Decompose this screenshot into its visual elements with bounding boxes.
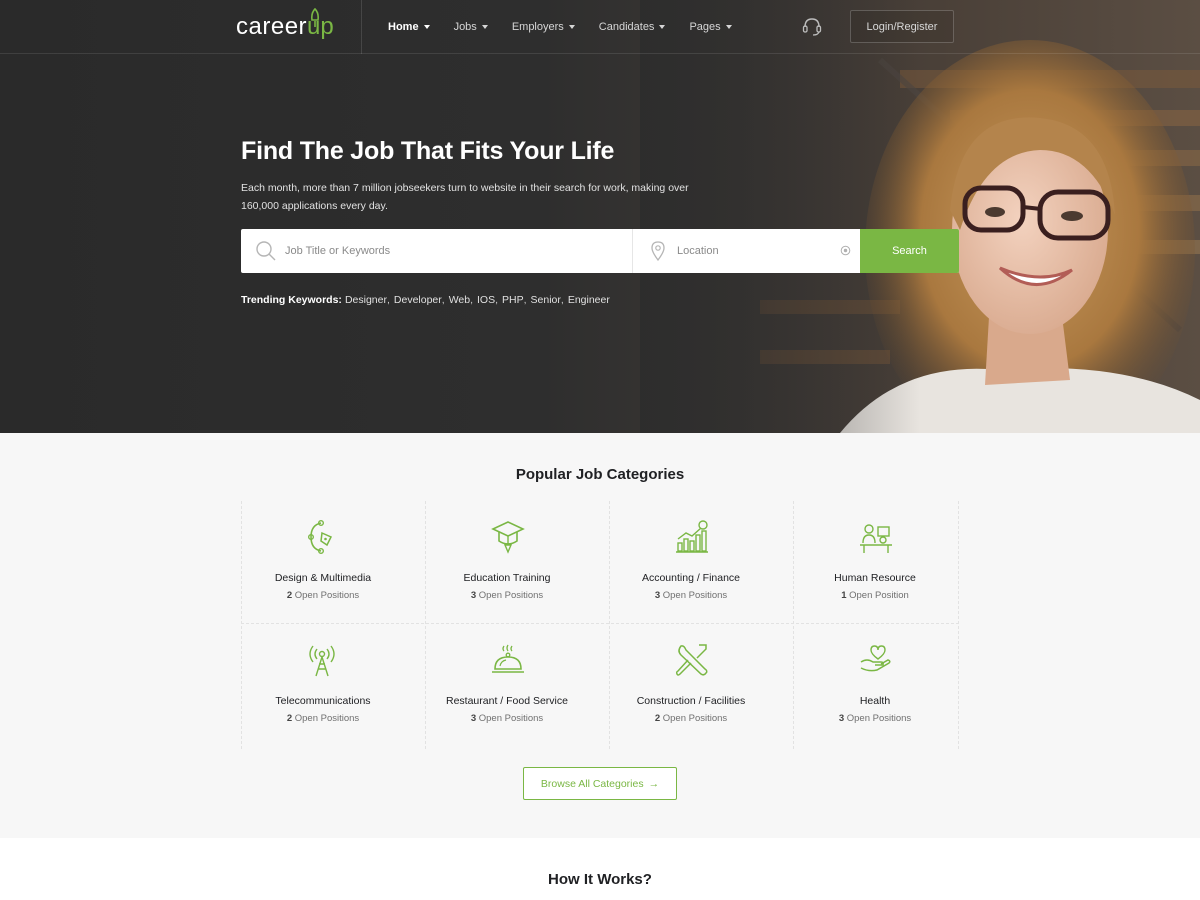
separator: ,: [441, 294, 445, 306]
trending-keyword[interactable]: Designer: [345, 294, 387, 306]
category-name: Human Resource: [834, 572, 916, 584]
login-register-button[interactable]: Login/Register: [850, 10, 954, 43]
chevron-down-icon: [725, 25, 732, 29]
nav-item-home[interactable]: Home: [388, 21, 430, 33]
category-card[interactable]: Restaurant / Food Service 3 Open Positio…: [425, 624, 589, 742]
category-count: 3 Open Positions: [654, 590, 728, 601]
wrench-screwdriver-icon: [675, 644, 708, 676]
section-title: Popular Job Categories: [515, 466, 685, 483]
category-card[interactable]: Health 3 Open Positions: [793, 624, 957, 742]
category-name: Construction / Facilities: [636, 695, 746, 707]
browse-label: Browse All Categories: [540, 777, 644, 790]
antenna-tower-icon: [309, 645, 335, 677]
category-name: Telecommunications: [275, 695, 371, 707]
pen-tool-icon: [308, 520, 333, 555]
category-count: 1 Open Position: [841, 590, 909, 601]
browse-all-categories-button[interactable]: Browse All Categories →: [523, 767, 677, 800]
trending-keyword[interactable]: Senior: [531, 294, 561, 306]
top-header: career up Home Jobs Employers Candidates…: [0, 0, 1200, 54]
category-count: 3 Open Positions: [470, 590, 544, 601]
team-desk-icon: [860, 524, 892, 553]
hero-title: Find The Job That Fits Your Life: [241, 137, 615, 165]
separator: ,: [470, 294, 474, 306]
nav-item-label: Pages: [689, 21, 721, 33]
trending-keyword[interactable]: Developer: [394, 294, 442, 306]
heart-hand-icon: [860, 645, 891, 672]
nav-item-candidates[interactable]: Candidates: [599, 21, 666, 33]
category-card[interactable]: Accounting / Finance 3 Open Positions: [609, 501, 773, 619]
nav-item-label: Jobs: [453, 21, 477, 33]
separator: ,: [523, 294, 527, 306]
site-logo[interactable]: career up: [236, 8, 334, 46]
nav-item-label: Home: [388, 21, 419, 33]
hero-background-photo: [640, 0, 1200, 433]
hero-subtitle: Each month, more than 7 million jobseeke…: [241, 182, 689, 212]
separator: ,: [495, 294, 499, 306]
food-cloche-icon: [492, 644, 524, 673]
category-name: Education Training: [463, 572, 551, 584]
category-card[interactable]: Human Resource 1 Open Position: [793, 501, 957, 619]
bar-chart-icon: [676, 520, 708, 553]
separator: ,: [560, 294, 564, 306]
map-pin-icon: [651, 241, 665, 261]
rocket-icon: [311, 8, 319, 27]
how-it-works-section: How It Works?: [0, 838, 1200, 900]
keyword-field: [241, 229, 633, 273]
nav-item-label: Employers: [511, 21, 564, 33]
category-count: 2 Open Positions: [286, 590, 360, 601]
trending-keyword[interactable]: Engineer: [568, 294, 610, 306]
trending-label: Trending Keywords:: [241, 294, 342, 306]
chevron-down-icon: [659, 25, 666, 29]
category-name: Restaurant / Food Service: [446, 695, 568, 707]
job-search-bar: Search: [241, 229, 959, 273]
hero-section: career up Home Jobs Employers Candidates…: [0, 0, 1200, 433]
category-name: Design & Multimedia: [274, 572, 372, 584]
main-nav: Home Jobs Employers Candidates Pages: [388, 0, 756, 54]
trending-keyword[interactable]: Web: [449, 294, 470, 306]
separator: ,: [386, 294, 390, 306]
category-count: 2 Open Positions: [654, 713, 728, 724]
category-card[interactable]: Construction / Facilities 2 Open Positio…: [609, 624, 773, 742]
logo-wordmark: career: [236, 13, 308, 40]
header-divider: [361, 0, 362, 54]
target-icon[interactable]: [840, 245, 851, 256]
nav-item-employers[interactable]: Employers: [512, 21, 575, 33]
chevron-down-icon: [423, 25, 430, 29]
category-count: 3 Open Positions: [838, 713, 912, 724]
category-name: Health: [859, 695, 891, 707]
arrow-right-icon: →: [648, 777, 660, 790]
popular-categories-section: Popular Job Categories Design & Multimed…: [0, 433, 1200, 838]
location-input[interactable]: [677, 229, 827, 273]
category-card[interactable]: Telecommunications 2 Open Positions: [241, 624, 405, 742]
trending-keyword[interactable]: IOS: [477, 294, 495, 306]
search-icon: [256, 241, 276, 261]
nav-item-pages[interactable]: Pages: [689, 21, 732, 33]
category-name: Accounting / Finance: [641, 572, 741, 584]
search-button[interactable]: Search: [860, 229, 959, 273]
category-card[interactable]: Education Training 3 Open Positions: [425, 501, 589, 619]
trending-keywords: Trending Keywords: Designer, Developer, …: [241, 294, 610, 306]
headset-icon[interactable]: [801, 15, 823, 37]
location-field: [633, 229, 860, 273]
nav-item-jobs[interactable]: Jobs: [454, 21, 488, 33]
category-count: 2 Open Positions: [286, 713, 360, 724]
trending-keyword[interactable]: PHP: [502, 294, 524, 306]
nav-item-label: Candidates: [598, 21, 655, 33]
category-card[interactable]: Design & Multimedia 2 Open Positions: [241, 501, 405, 619]
category-count: 3 Open Positions: [470, 713, 544, 724]
chevron-down-icon: [568, 25, 575, 29]
category-grid: Design & Multimedia 2 Open Positions Edu…: [241, 501, 959, 749]
chevron-down-icon: [481, 25, 488, 29]
section-title: How It Works?: [548, 871, 652, 888]
keyword-input[interactable]: [285, 229, 615, 273]
graduation-cap-icon: [491, 521, 525, 554]
